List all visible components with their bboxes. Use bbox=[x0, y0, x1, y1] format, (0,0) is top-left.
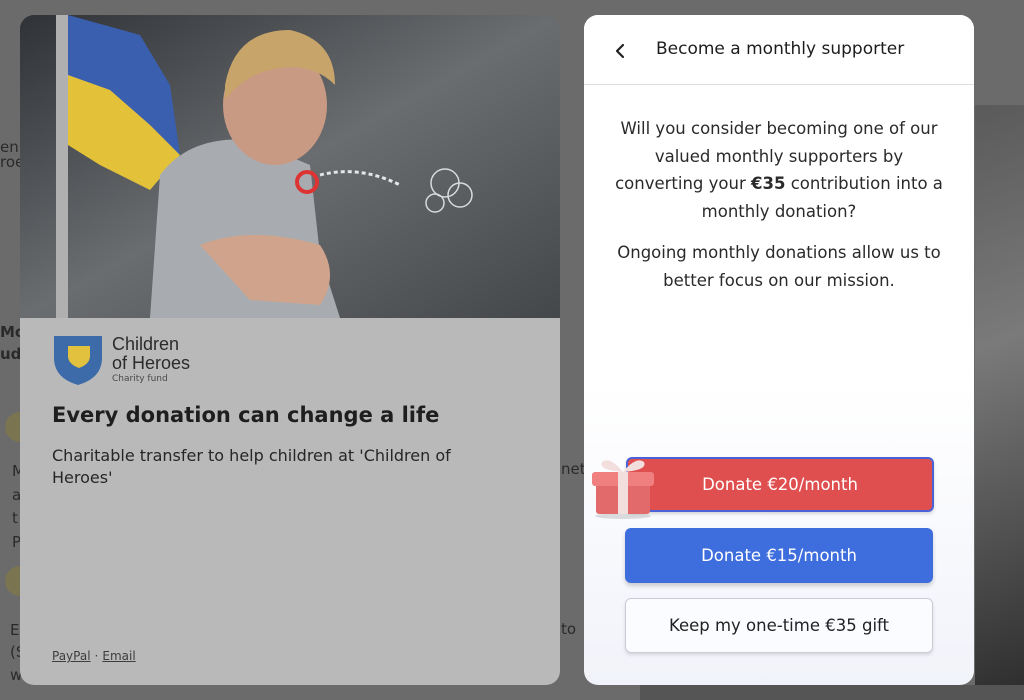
campaign-title: Every donation can change a life bbox=[52, 403, 440, 427]
mission-message: Ongoing monthly donations allow us to be… bbox=[617, 243, 941, 290]
campaign-card: Children of Heroes Charity fund Every do… bbox=[20, 15, 560, 685]
contribution-amount: €35 bbox=[751, 174, 786, 193]
brand-tagline: Charity fund bbox=[112, 373, 168, 384]
keep-one-time-gift-button[interactable]: Keep my one-time €35 gift bbox=[625, 598, 933, 653]
background-photo bbox=[975, 105, 1024, 700]
charity-logo: Children of Heroes Charity fund bbox=[52, 332, 190, 386]
brand-name-line1: Children bbox=[112, 333, 180, 354]
paypal-link[interactable]: PayPal bbox=[52, 649, 91, 663]
footer-links: PayPal · Email bbox=[52, 649, 136, 663]
footer-separator: · bbox=[94, 649, 99, 663]
background-text: net bbox=[561, 460, 586, 478]
monthly-supporter-modal: Become a monthly supporter Will you cons… bbox=[584, 15, 974, 685]
conversion-message: Will you consider becoming one of our va… bbox=[615, 119, 943, 221]
modal-header: Become a monthly supporter bbox=[584, 15, 974, 85]
background-text: E bbox=[10, 621, 20, 639]
campaign-description: Charitable transfer to help children at … bbox=[52, 446, 451, 487]
shield-icon bbox=[54, 336, 102, 385]
hero-photo-child-with-bubbles bbox=[20, 15, 560, 318]
donate-20-monthly-button[interactable]: Donate €20/month bbox=[626, 457, 934, 512]
chevron-left-icon bbox=[615, 43, 625, 59]
gift-icon bbox=[592, 460, 654, 519]
back-button[interactable] bbox=[606, 37, 634, 65]
donate-15-monthly-button[interactable]: Donate €15/month bbox=[625, 528, 933, 583]
hero-image bbox=[20, 15, 560, 318]
background-text: t bbox=[12, 509, 18, 527]
background-block bbox=[640, 685, 1024, 700]
email-link[interactable]: Email bbox=[102, 649, 135, 663]
modal-title: Become a monthly supporter bbox=[656, 39, 905, 59]
modal-body: Will you consider becoming one of our va… bbox=[614, 115, 944, 294]
background-text: to bbox=[561, 620, 577, 638]
brand-name-line2: of Heroes bbox=[112, 352, 191, 373]
